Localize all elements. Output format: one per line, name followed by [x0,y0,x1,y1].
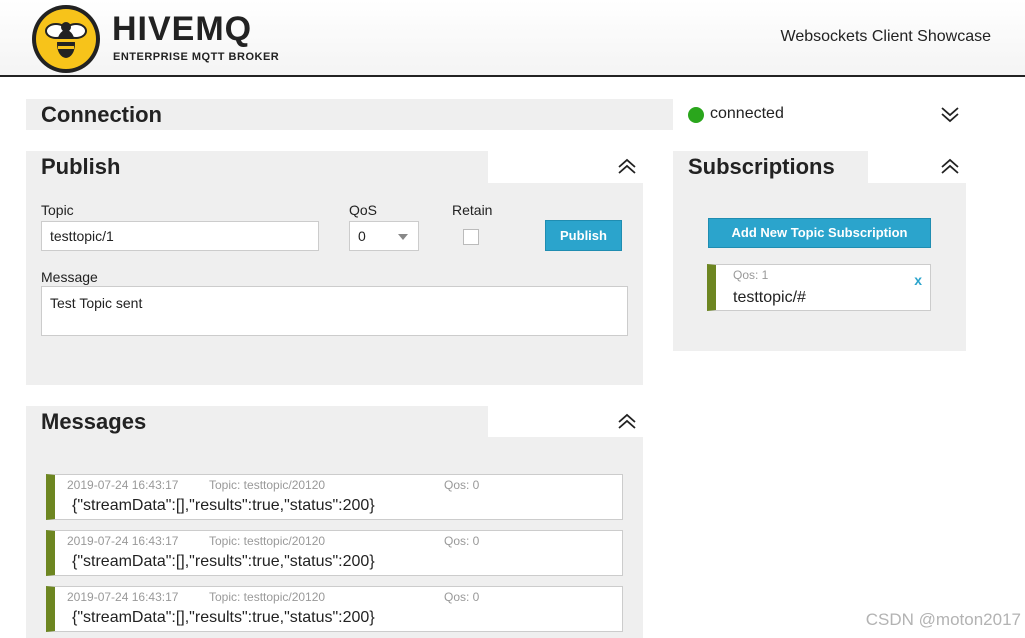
topic-input[interactable] [41,221,319,251]
message-topic: Topic: testtopic/20120 [209,478,326,492]
remove-subscription-button[interactable]: x [914,272,922,288]
app-header: HIVEMQ ENTERPRISE MQTT BROKER Websockets… [0,0,1025,77]
message-timestamp: 2019-07-24 16:43:17 [67,534,179,548]
message-item: 2019-07-24 16:43:17 Topic: testtopic/201… [46,474,623,520]
chevron-double-up-icon[interactable] [617,412,637,432]
brand-name: HIVEMQ [112,10,253,48]
message-topic: Topic: testtopic/20120 [209,534,326,548]
chevron-double-down-icon[interactable] [940,104,960,124]
message-qos: Qos: 0 [444,534,480,548]
message-payload: {"streamData":[],"results":true,"status"… [72,553,375,570]
connection-status: connected [710,105,784,122]
subscription-topic: testtopic/# [733,289,806,306]
add-subscription-button[interactable]: Add New Topic Subscription [708,218,931,248]
subscriptions-title: Subscriptions [688,154,835,179]
caret-down-icon [398,234,408,240]
publish-title: Publish [41,154,121,179]
message-timestamp: 2019-07-24 16:43:17 [67,478,179,492]
bee-logo-icon [32,5,100,73]
connection-title: Connection [41,102,162,127]
page-title: Websockets Client Showcase [780,28,991,45]
message-input[interactable]: Test Topic sent [41,286,628,336]
watermark: CSDN @moton2017 [865,610,1021,629]
message-item: 2019-07-24 16:43:17 Topic: testtopic/201… [46,586,623,632]
qos-select[interactable]: 0 [349,221,419,251]
message-qos: Qos: 0 [444,590,480,604]
chevron-double-up-icon[interactable] [617,157,637,177]
messages-title: Messages [41,409,147,434]
message-payload: {"streamData":[],"results":true,"status"… [72,609,375,626]
publish-panel-body [26,183,643,385]
message-topic: Topic: testtopic/20120 [209,590,326,604]
message-qos: Qos: 0 [444,478,480,492]
topic-label: Topic [41,202,74,218]
publish-button[interactable]: Publish [545,220,622,251]
message-timestamp: 2019-07-24 16:43:17 [67,590,179,604]
chevron-double-up-icon[interactable] [940,157,960,177]
message-item: 2019-07-24 16:43:17 Topic: testtopic/201… [46,530,623,576]
qos-select-value: 0 [358,228,366,244]
message-payload: {"streamData":[],"results":true,"status"… [72,497,375,514]
retain-label: Retain [452,202,493,218]
retain-checkbox[interactable] [463,229,479,245]
brand-subtitle: ENTERPRISE MQTT BROKER [113,51,280,63]
message-label: Message [41,269,98,285]
subscription-item: Qos: 1 testtopic/# x [707,264,931,311]
status-indicator-icon [688,107,704,123]
qos-label: QoS [349,202,378,218]
subscription-qos: Qos: 1 [733,268,769,282]
